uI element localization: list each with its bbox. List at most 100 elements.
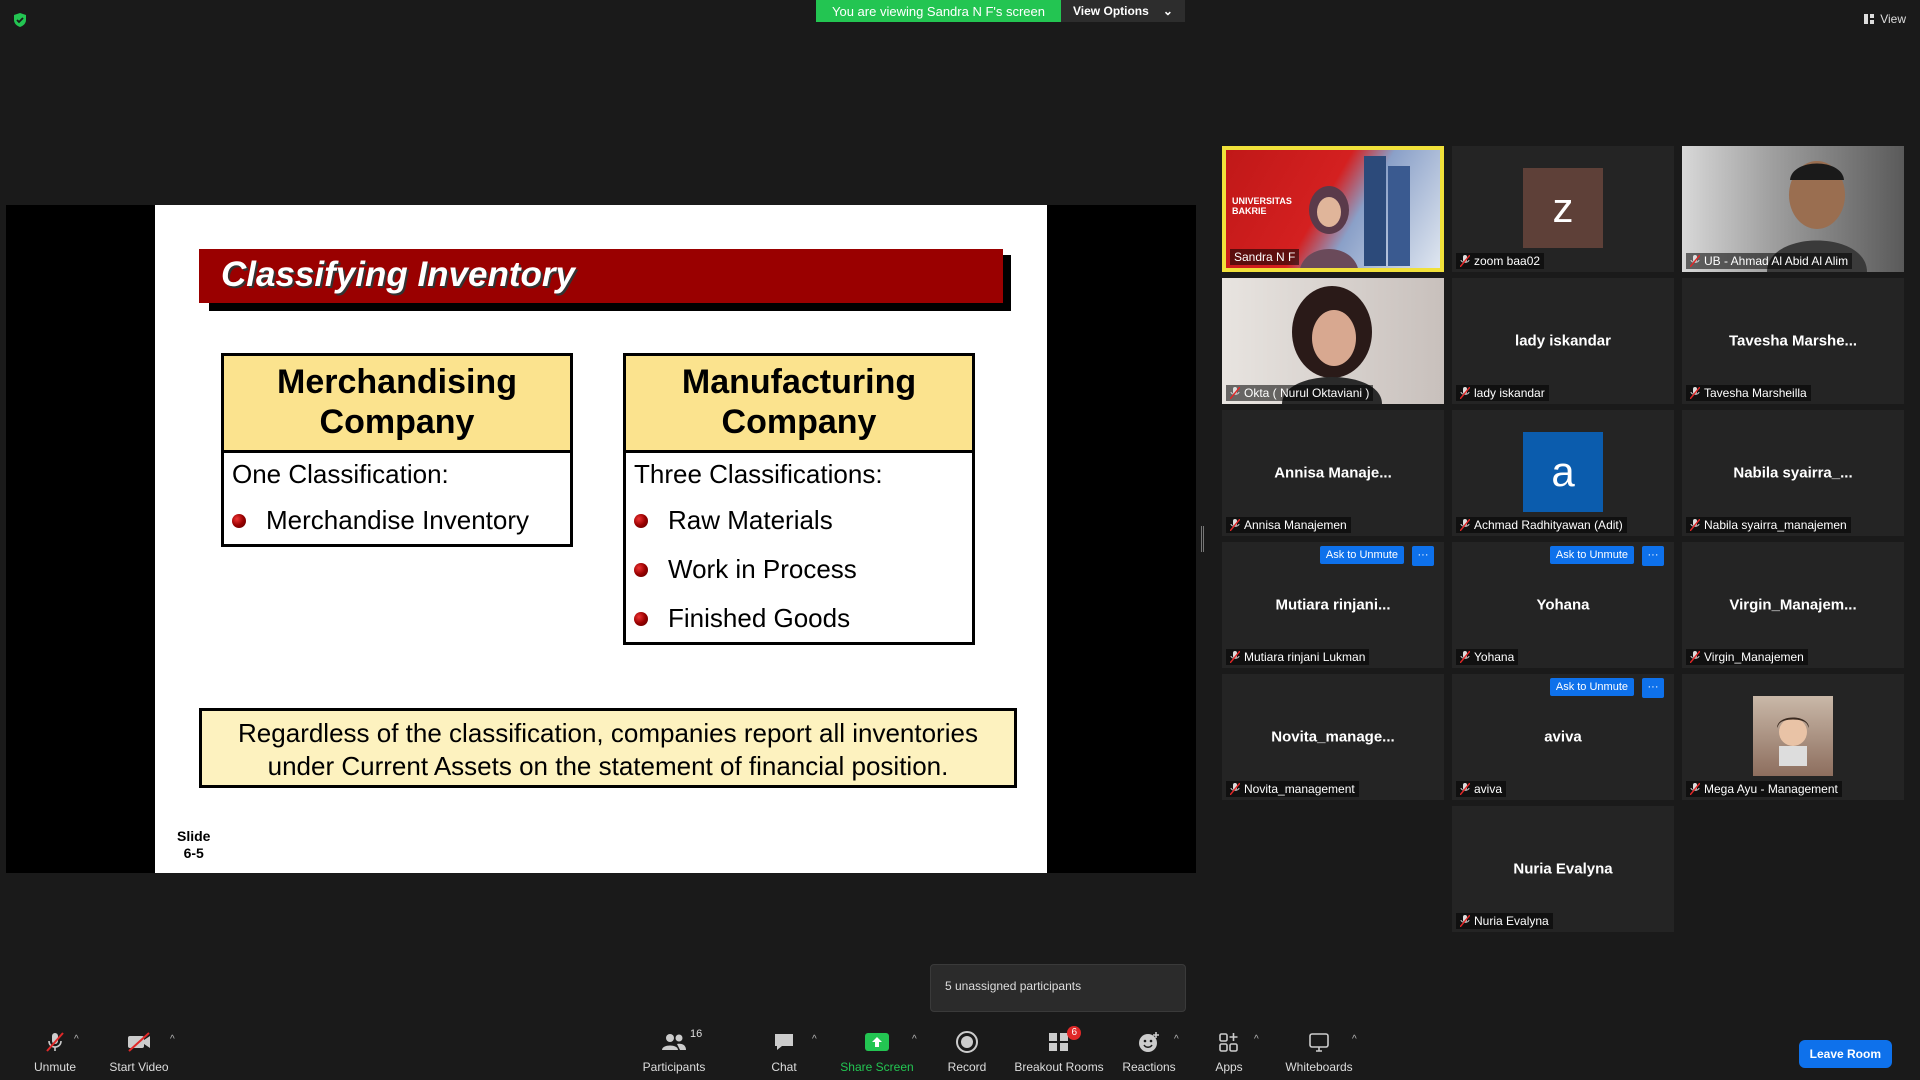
bullet-text: Raw Materials [668, 505, 833, 535]
participant-name: Nabila syairra_manajemen [1704, 518, 1847, 532]
microphone-off-icon [1460, 651, 1470, 663]
chat-label: Chat [771, 1060, 797, 1074]
more-options-button[interactable]: ··· [1412, 546, 1434, 566]
unassigned-participants-text: 5 unassigned participants [945, 979, 1082, 993]
chat-options-caret-icon[interactable]: ^ [812, 1034, 817, 1045]
microphone-off-icon [1230, 519, 1240, 531]
audio-options-caret-icon[interactable]: ^ [74, 1034, 79, 1045]
participant-tile[interactable]: aviva Ask to Unmute ··· aviva [1452, 674, 1674, 800]
participant-display-name: Novita_manage... [1271, 728, 1395, 746]
leave-room-button[interactable]: Leave Room [1798, 1040, 1892, 1068]
grid-view-icon [1864, 14, 1875, 24]
start-video-button[interactable]: Start Video [84, 1030, 194, 1074]
participant-name-label: Mutiara rinjani Lukman [1226, 649, 1370, 665]
merchandising-heading-line1: Merchandising [277, 363, 517, 401]
whiteboards-button[interactable]: Whiteboards [1264, 1030, 1374, 1074]
more-options-button[interactable]: ··· [1642, 678, 1664, 698]
ask-to-unmute-button[interactable]: Ask to Unmute [1549, 546, 1634, 564]
apps-icon [1219, 1033, 1238, 1052]
microphone-off-icon [1690, 651, 1700, 663]
unmute-label: Unmute [33, 1060, 77, 1074]
resize-splitter[interactable] [1201, 526, 1204, 552]
participant-tile[interactable]: Okta ( Nurul Oktaviani ) [1222, 278, 1444, 404]
view-button[interactable]: View [1864, 12, 1906, 26]
bullet-dot [634, 611, 648, 626]
whiteboard-icon [1309, 1033, 1329, 1052]
bullet-dot [634, 562, 648, 577]
participant-tile[interactable]: a Achmad Radhityawan (Adit) [1452, 410, 1674, 536]
participant-name-label: Nuria Evalyna [1456, 913, 1553, 929]
participants-button[interactable]: 16 Participants [619, 1028, 729, 1074]
microphone-off-icon [1460, 783, 1470, 795]
building-icon [1364, 156, 1410, 266]
participant-tile[interactable]: Mega Ayu - Management [1682, 674, 1904, 800]
microphone-off-icon [1460, 387, 1470, 399]
bullet-dot [232, 513, 246, 528]
participant-tile[interactable]: UB - Ahmad Al Abid Al Alim [1682, 146, 1904, 272]
merchandising-box: Merchandising Company One Classification… [221, 353, 573, 547]
meeting-toolbar: Unmute ^ Start Video ^ 16 Participants C… [0, 1020, 1920, 1080]
unassigned-participants-popup[interactable]: 5 unassigned participants [930, 964, 1186, 1012]
participant-name-label: aviva [1456, 781, 1507, 797]
share-screen-label: Share Screen [840, 1060, 914, 1074]
participant-name-label: lady iskandar [1456, 385, 1549, 401]
microphone-off-icon [1230, 651, 1240, 663]
bullet-item: Finished Goods [626, 594, 972, 643]
microphone-off-icon [1460, 519, 1470, 531]
participant-name: UB - Ahmad Al Abid Al Alim [1704, 254, 1849, 268]
slide-number: Slide 6-5 [177, 828, 210, 862]
participant-tile[interactable]: Tavesha Marshe... Tavesha Marsheilla [1682, 278, 1904, 404]
participants-icon [662, 1034, 686, 1050]
record-icon [956, 1031, 978, 1053]
participant-tile[interactable]: Annisa Manaje... Annisa Manajemen [1222, 410, 1444, 536]
slide-number-value: 6-5 [183, 845, 204, 861]
more-options-button[interactable]: ··· [1642, 546, 1664, 566]
apps-options-caret-icon[interactable]: ^ [1254, 1034, 1259, 1045]
ask-to-unmute-button[interactable]: Ask to Unmute [1549, 678, 1634, 696]
participant-tile[interactable]: UNIVERSITAS BAKRIE Sandra N F [1222, 146, 1444, 272]
apps-label: Apps [1215, 1060, 1243, 1074]
start-video-label: Start Video [109, 1060, 169, 1074]
participant-tile[interactable]: Novita_manage... Novita_management [1222, 674, 1444, 800]
participant-display-name: Virgin_Manajem... [1729, 596, 1857, 614]
slide-note-line2: under Current Assets on the statement of… [267, 751, 949, 781]
microphone-off-icon [1230, 783, 1240, 795]
participant-name: zoom baa02 [1474, 254, 1541, 268]
slide-note-line1: Regardless of the classification, compan… [238, 718, 978, 748]
ask-to-unmute-button[interactable]: Ask to Unmute [1319, 546, 1404, 564]
chevron-down-icon: ⌄ [1162, 4, 1173, 18]
presentation-slide: Classifying Inventory Merchandising Comp… [155, 205, 1047, 873]
participant-tile[interactable]: Nuria Evalyna Nuria Evalyna [1452, 806, 1674, 932]
participant-tile[interactable]: Yohana Ask to Unmute ··· Yohana [1452, 542, 1674, 668]
participant-tile[interactable]: Virgin_Manajem... Virgin_Manajemen [1682, 542, 1904, 668]
participant-name: aviva [1474, 782, 1503, 796]
participant-name: Virgin_Manajemen [1704, 650, 1804, 664]
participant-name: Sandra N F [1234, 250, 1296, 264]
whiteboards-label: Whiteboards [1285, 1060, 1353, 1074]
encryption-shield-icon[interactable] [12, 12, 28, 28]
manufacturing-subheading: Three Classifications: [634, 459, 883, 489]
video-options-caret-icon[interactable]: ^ [170, 1034, 175, 1045]
participant-tile[interactable]: Mutiara rinjani... Ask to Unmute ··· Mutiar… [1222, 542, 1444, 668]
participant-display-name: Mutiara rinjani... [1275, 596, 1391, 614]
merchandising-heading: Merchandising Company [224, 356, 570, 453]
participant-tile[interactable]: lady iskandar lady iskandar [1452, 278, 1674, 404]
merchandising-subheading: One Classification: [232, 459, 449, 489]
participant-name: Tavesha Marsheilla [1704, 386, 1807, 400]
manufacturing-box: Manufacturing Company Three Classificati… [623, 353, 975, 645]
participant-name: Yohana [1474, 650, 1515, 664]
participant-tile[interactable]: Nabila syairra_... Nabila syairra_manajem… [1682, 410, 1904, 536]
participant-name-label: Annisa Manajemen [1226, 517, 1351, 533]
participant-name-label: Mega Ayu - Management [1686, 781, 1842, 797]
view-options-button[interactable]: View Options ⌄ [1061, 0, 1185, 22]
participant-name-label: Achmad Radhityawan (Adit) [1456, 517, 1627, 533]
whiteboard-options-caret-icon[interactable]: ^ [1352, 1034, 1357, 1045]
participant-name: Mega Ayu - Management [1704, 782, 1838, 796]
viewing-status-text: You are viewing Sandra N F's screen [816, 0, 1062, 22]
record-label: Record [947, 1060, 987, 1074]
participant-avatar: a [1523, 432, 1603, 512]
participant-tile[interactable]: z zoom baa02 [1452, 146, 1674, 272]
breakout-rooms-label: Breakout Rooms [1014, 1060, 1104, 1074]
manufacturing-heading-line2: Company [721, 403, 877, 441]
zoom-meeting-window: You are viewing Sandra N F's screen View… [0, 0, 1920, 1080]
